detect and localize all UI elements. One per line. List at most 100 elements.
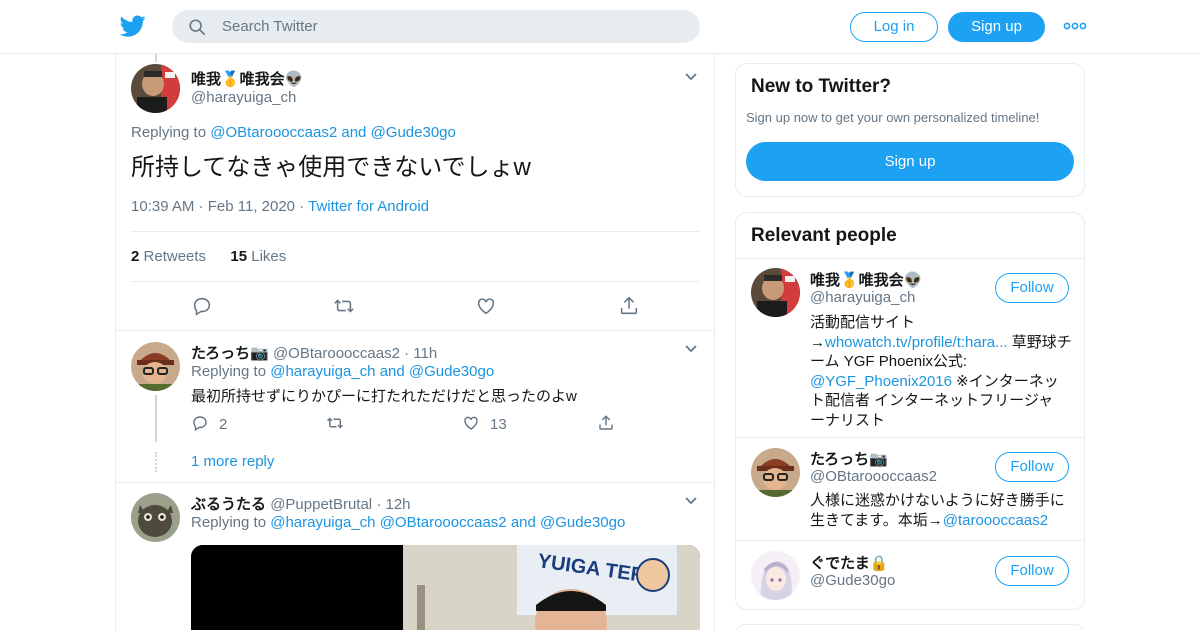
bio-line: ーム YGF Phoenix公式:: [810, 353, 968, 370]
card-title: New to Twitter?: [751, 76, 892, 97]
search-icon: [189, 19, 206, 36]
retweets-count: 2: [131, 248, 140, 265]
bio-text: 生きてます。本垢→: [810, 511, 943, 529]
display-name[interactable]: ぶるうたる: [191, 496, 266, 513]
replying-to-label: Replying to: [191, 363, 267, 380]
replying-and[interactable]: and: [380, 363, 405, 380]
mention-link[interactable]: @OBtaroooccaas2: [380, 514, 507, 531]
thread-connector-dotted: [155, 452, 157, 472]
avatar[interactable]: [131, 64, 180, 113]
likes-stat[interactable]: 15 Likes: [230, 248, 286, 265]
mention-link[interactable]: @harayuiga_ch: [270, 363, 375, 380]
like-icon[interactable]: [475, 295, 497, 317]
share-icon[interactable]: [618, 295, 640, 317]
twitter-bird-icon[interactable]: [120, 13, 146, 39]
bio-arrow: →: [810, 333, 825, 351]
like-icon: [464, 416, 478, 430]
signup-button[interactable]: Sign up: [948, 12, 1045, 42]
bio-line: @YGF_Phoenix2016 ※インターネッ: [810, 372, 1072, 392]
user-handle[interactable]: @harayuiga_ch: [191, 89, 296, 106]
replying-and[interactable]: and: [341, 124, 366, 141]
display-name[interactable]: たろっち📷: [191, 345, 269, 362]
like-count: 13: [490, 416, 507, 433]
retweet-action[interactable]: [326, 414, 354, 432]
tweet-separator: [116, 330, 714, 331]
avatar[interactable]: [131, 493, 180, 542]
more-replies-link[interactable]: 1 more reply: [191, 453, 274, 470]
user-handle[interactable]: @Gude30go: [810, 572, 895, 589]
tweet-source-link[interactable]: Twitter for Android: [308, 198, 429, 215]
search-input[interactable]: [222, 10, 682, 43]
mention-link[interactable]: @Gude30go: [371, 124, 456, 141]
meta-separator: ·: [299, 198, 309, 215]
like-action[interactable]: 13: [462, 414, 507, 433]
tweet-text: 所持してなきゃ使用できないでしょw: [131, 154, 531, 181]
divider: [736, 540, 1084, 541]
thread-connector: [155, 395, 157, 442]
reply-icon: [193, 416, 207, 432]
new-to-twitter-card: New to Twitter? Sign up now to get your …: [735, 63, 1085, 197]
meta-separator: ·: [404, 345, 414, 362]
user-handle[interactable]: @OBtaroooccaas2: [273, 345, 400, 362]
reply-action[interactable]: 2: [191, 414, 228, 433]
next-card-edge: [735, 624, 1085, 630]
bio-link[interactable]: whowatch.tv/profile/t:hara...: [825, 334, 1008, 351]
tweet-date[interactable]: Feb 11, 2020: [208, 198, 295, 215]
retweet-icon[interactable]: [333, 295, 355, 317]
display-name[interactable]: 唯我🥇唯我会👽: [191, 68, 303, 89]
bio-line: →whowatch.tv/profile/t:hara... 草野球チ: [810, 333, 1072, 353]
person-bio: 人様に迷惑かけないように好き勝手に 生きてます。本垢→@taroooccaas2: [810, 491, 1072, 530]
reply-header: たろっち📷 @OBtaroooccaas2 · 11h: [191, 342, 437, 363]
likes-count: 15: [230, 248, 248, 265]
tweet-media-image[interactable]: YUIGA TER: [191, 545, 700, 630]
more-options-icon[interactable]: [1063, 18, 1087, 34]
share-action[interactable]: [597, 414, 625, 432]
display-name[interactable]: たろっち📷: [810, 448, 888, 469]
sidebar-signup-button[interactable]: Sign up: [746, 142, 1074, 181]
reply-count: 2: [219, 416, 228, 433]
mention-link[interactable]: @Gude30go: [409, 363, 494, 380]
tweet-time[interactable]: 11h: [413, 345, 437, 362]
user-handle[interactable]: @OBtaroooccaas2: [810, 468, 937, 485]
replying-and[interactable]: and: [511, 514, 536, 531]
chevron-down-icon[interactable]: [684, 496, 698, 506]
avatar[interactable]: [751, 551, 800, 600]
bio-line: 人様に迷惑かけないように好き勝手に: [810, 492, 1065, 509]
replying-to-label: Replying to: [191, 514, 267, 531]
display-name[interactable]: 唯我🥇唯我会👽: [810, 269, 922, 290]
divider: [736, 258, 1084, 259]
bio-link[interactable]: @taroooccaas2: [943, 512, 1048, 529]
mention-link[interactable]: @Gude30go: [540, 514, 625, 531]
bio-link[interactable]: @YGF_Phoenix2016: [810, 373, 952, 390]
display-name[interactable]: ぐでたま🔒: [810, 552, 888, 573]
user-handle[interactable]: @PuppetBrutal: [270, 496, 372, 513]
follow-button[interactable]: Follow: [995, 452, 1069, 482]
tweet-time[interactable]: 12h: [385, 496, 410, 513]
login-button[interactable]: Log in: [850, 12, 938, 42]
mention-link[interactable]: @OBtaroooccaas2: [210, 124, 337, 141]
tweet-time[interactable]: 10:39 AM: [131, 198, 194, 215]
meta-separator: ·: [198, 198, 208, 215]
divider: [131, 281, 700, 282]
search-bar[interactable]: [172, 10, 700, 43]
chevron-down-icon[interactable]: [684, 344, 698, 354]
user-handle[interactable]: @harayuiga_ch: [810, 289, 915, 306]
avatar[interactable]: [751, 268, 800, 317]
avatar[interactable]: [131, 342, 180, 391]
divider: [131, 231, 700, 232]
follow-button[interactable]: Follow: [995, 556, 1069, 586]
follow-button[interactable]: Follow: [995, 273, 1069, 303]
reply-icon[interactable]: [191, 295, 213, 317]
avatar[interactable]: [751, 448, 800, 497]
top-bar: Log in Sign up: [0, 0, 1200, 54]
retweets-stat[interactable]: 2 Retweets: [131, 248, 206, 265]
person-bio: 活動配信サイト →whowatch.tv/profile/t:hara... 草…: [810, 313, 1072, 430]
bio-text: ※インターネッ: [951, 372, 1059, 390]
mention-link[interactable]: @harayuiga_ch: [270, 514, 375, 531]
chevron-down-icon[interactable]: [684, 72, 698, 82]
card-title: Relevant people: [751, 225, 897, 246]
bio-line: 活動配信サイト: [810, 314, 916, 331]
share-icon: [599, 415, 613, 430]
likes-label: Likes: [251, 248, 287, 265]
replying-to-label: Replying to: [131, 124, 207, 141]
